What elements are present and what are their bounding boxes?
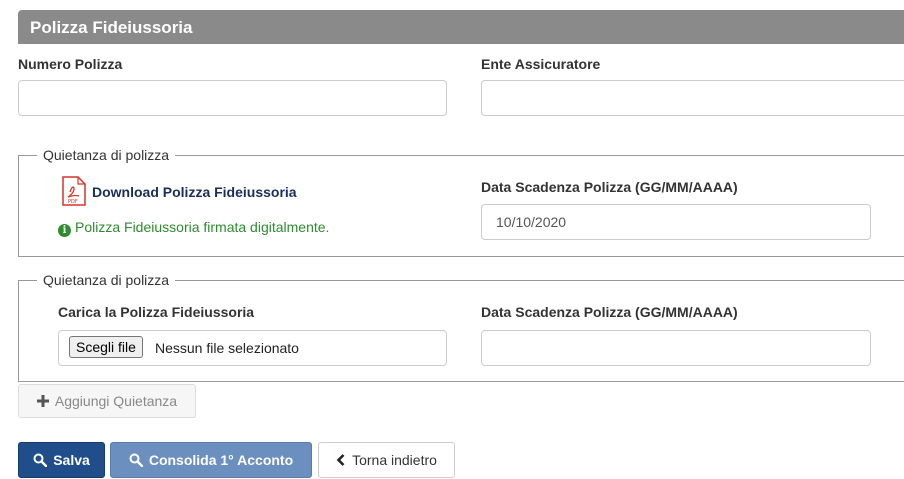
consolida-label: Consolida 1° Acconto: [148, 452, 294, 468]
save-label: Salva: [53, 452, 90, 468]
signed-message: i Polizza Fideiussoria firmata digitalmen…: [58, 219, 329, 237]
chevron-left-icon: [336, 454, 346, 466]
panel-header: Polizza Fideiussoria: [18, 10, 904, 44]
back-button[interactable]: Torna indietro: [318, 442, 455, 478]
svg-text:PDF: PDF: [68, 199, 78, 205]
quietanza-fieldset-1: Quietanza di polizza: [18, 147, 904, 257]
back-label: Torna indietro: [352, 452, 437, 468]
pdf-icon[interactable]: PDF: [62, 176, 86, 206]
numero-polizza-label: Numero Polizza: [18, 56, 123, 72]
ente-assicuratore-input[interactable]: [481, 80, 904, 116]
quietanza-legend: Quietanza di polizza: [43, 147, 170, 163]
data-scadenza-input-1[interactable]: 10/10/2020: [481, 204, 871, 240]
ente-assicuratore-label: Ente Assicuratore: [481, 56, 601, 72]
file-upload-input[interactable]: Scegli file Nessun file selezionato: [58, 330, 447, 366]
search-icon: [33, 453, 48, 467]
data-scadenza-label-1: Data Scadenza Polizza (GG/MM/AAAA): [481, 179, 738, 195]
save-button[interactable]: Salva: [18, 442, 105, 478]
add-quietanza-button[interactable]: Aggiungi Quietanza: [18, 384, 196, 418]
choose-file-button[interactable]: Scegli file: [69, 336, 143, 358]
search-icon: [129, 453, 143, 467]
add-quietanza-label: Aggiungi Quietanza: [54, 393, 178, 409]
panel-title: Polizza Fideiussoria: [30, 18, 193, 37]
numero-polizza-input[interactable]: [18, 80, 447, 116]
quietanza-legend: Quietanza di polizza: [43, 272, 170, 288]
info-icon: i: [58, 224, 71, 237]
download-polizza-link[interactable]: Download Polizza Fideiussoria: [92, 184, 297, 200]
carica-polizza-label: Carica la Polizza Fideiussoria: [58, 304, 255, 320]
data-scadenza-input-2[interactable]: [481, 330, 871, 366]
file-status: Nessun file selezionato: [155, 340, 299, 356]
signed-message-text: Polizza Fideiussoria firmata digitalment…: [75, 219, 330, 235]
data-scadenza-label-2: Data Scadenza Polizza (GG/MM/AAAA): [481, 304, 738, 320]
plus-icon: [36, 395, 49, 407]
consolida-acconto-button[interactable]: Consolida 1° Acconto: [110, 442, 312, 478]
